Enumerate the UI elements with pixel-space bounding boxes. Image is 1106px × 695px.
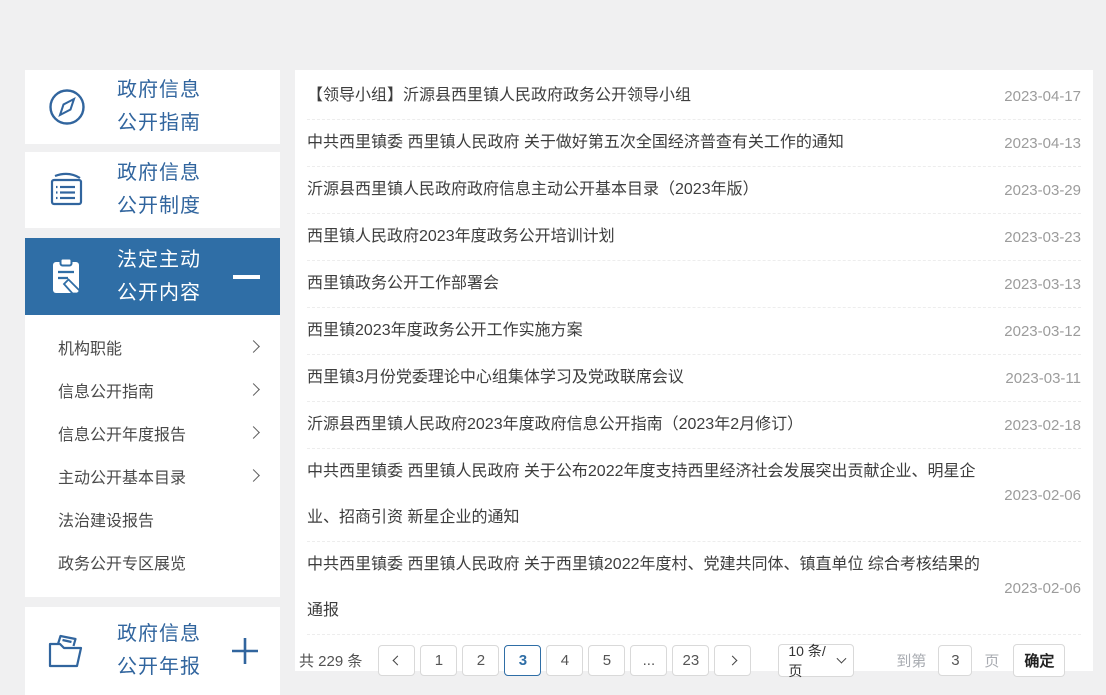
list-item: 中共西里镇委 西里镇人民政府 关于公布2022年度支持西里经济社会发展突出贡献企… bbox=[307, 449, 1081, 542]
page-size-select[interactable]: 10 条/页 bbox=[778, 644, 854, 677]
article-date: 2023-03-11 bbox=[993, 370, 1081, 387]
chevron-right-icon bbox=[247, 340, 260, 353]
clipboard-pencil-icon bbox=[43, 253, 91, 301]
list-item: 沂源县西里镇人民政府2023年度政府信息公开指南（2023年2月修订） 2023… bbox=[307, 402, 1081, 449]
chevron-right-icon bbox=[247, 469, 260, 482]
collapse-icon[interactable] bbox=[233, 275, 260, 279]
goto-page-input[interactable] bbox=[938, 645, 972, 676]
list-item: 中共西里镇委 西里镇人民政府 关于西里镇2022年度村、党建共同体、镇直单位 综… bbox=[307, 542, 1081, 635]
list-item: 西里镇人民政府2023年度政务公开培训计划 2023-03-23 bbox=[307, 214, 1081, 261]
list-item: 沂源县西里镇人民政府政府信息主动公开基本目录（2023年版） 2023-03-2… bbox=[307, 167, 1081, 214]
list-item: 西里镇2023年度政务公开工作实施方案 2023-03-12 bbox=[307, 308, 1081, 355]
article-date: 2023-03-29 bbox=[993, 182, 1081, 199]
total-count: 共 229 条 bbox=[299, 650, 362, 671]
list-item: 西里镇政务公开工作部署会 2023-03-13 bbox=[307, 261, 1081, 308]
sidebar-item-label: 政府信息 公开年报 bbox=[117, 618, 201, 684]
article-date: 2023-03-12 bbox=[993, 323, 1081, 340]
prev-page-button[interactable] bbox=[378, 645, 415, 676]
article-link[interactable]: 【领导小组】沂源县西里镇人民政府政务公开领导小组 bbox=[307, 73, 993, 119]
list-item: 西里镇3月份党委理论中心组集体学习及党政联席会议 2023-03-11 bbox=[307, 355, 1081, 402]
sidebar-item-gov-info-guide[interactable]: 政府信息 公开指南 bbox=[25, 70, 280, 144]
sidebar-subitem-org-functions[interactable]: 机构职能 bbox=[25, 325, 280, 368]
folder-document-icon bbox=[43, 627, 91, 675]
sidebar-item-label: 法定主动 公开内容 bbox=[117, 244, 201, 310]
article-link[interactable]: 西里镇3月份党委理论中心组集体学习及党政联席会议 bbox=[307, 355, 993, 401]
article-link[interactable]: 沂源县西里镇人民政府政府信息主动公开基本目录（2023年版） bbox=[307, 167, 993, 213]
subitem-label: 法治建设报告 bbox=[58, 507, 154, 531]
article-link[interactable]: 沂源县西里镇人民政府2023年度政府信息公开指南（2023年2月修订） bbox=[307, 402, 993, 448]
page-ellipsis-button[interactable]: ... bbox=[630, 645, 667, 676]
page-button-5[interactable]: 5 bbox=[588, 645, 625, 676]
confirm-button[interactable]: 确定 bbox=[1013, 644, 1065, 677]
article-date: 2023-02-18 bbox=[993, 417, 1081, 434]
article-link[interactable]: 西里镇2023年度政务公开工作实施方案 bbox=[307, 308, 993, 354]
sidebar: 政府信息 公开指南 政府信息 公开制度 bbox=[25, 70, 280, 695]
subitem-label: 机构职能 bbox=[58, 335, 122, 359]
article-link[interactable]: 西里镇人民政府2023年度政务公开培训计划 bbox=[307, 214, 993, 260]
list-item: 【领导小组】沂源县西里镇人民政府政务公开领导小组 2023-04-17 bbox=[307, 73, 1081, 120]
article-link[interactable]: 中共西里镇委 西里镇人民政府 关于西里镇2022年度村、党建共同体、镇直单位 综… bbox=[307, 542, 993, 634]
subitem-label: 政务公开专区展览 bbox=[58, 550, 186, 574]
article-date: 2023-04-13 bbox=[993, 135, 1081, 152]
article-link[interactable]: 中共西里镇委 西里镇人民政府 关于做好第五次全国经济普查有关工作的通知 bbox=[307, 120, 993, 166]
sidebar-submenu: 机构职能 信息公开指南 信息公开年度报告 主动公开基本目录 法治建设报告 政务公… bbox=[25, 315, 280, 597]
sidebar-subitem-basic-catalog[interactable]: 主动公开基本目录 bbox=[25, 454, 280, 497]
pagination: 共 229 条 1 2 3 4 5 ... 23 10 条/页 到第 页 确定 bbox=[299, 644, 1081, 677]
page-button-1[interactable]: 1 bbox=[420, 645, 457, 676]
sidebar-subitem-info-guide[interactable]: 信息公开指南 bbox=[25, 368, 280, 411]
next-page-button[interactable] bbox=[714, 645, 751, 676]
document-list-icon bbox=[43, 166, 91, 214]
page-button-2[interactable]: 2 bbox=[462, 645, 499, 676]
chevron-right-icon bbox=[247, 426, 260, 439]
subitem-label: 主动公开基本目录 bbox=[58, 464, 186, 488]
article-date: 2023-02-06 bbox=[993, 580, 1081, 597]
article-link[interactable]: 西里镇政务公开工作部署会 bbox=[307, 261, 993, 307]
sidebar-item-gov-info-system[interactable]: 政府信息 公开制度 bbox=[25, 152, 280, 228]
compass-icon bbox=[43, 83, 91, 131]
article-date: 2023-03-13 bbox=[993, 276, 1081, 293]
subitem-label: 信息公开指南 bbox=[58, 378, 154, 402]
sidebar-item-statutory-disclosure[interactable]: 法定主动 公开内容 bbox=[25, 238, 280, 315]
subitem-label: 信息公开年度报告 bbox=[58, 421, 186, 445]
sidebar-item-annual-report[interactable]: 政府信息 公开年报 bbox=[25, 607, 280, 695]
page-button-23[interactable]: 23 bbox=[672, 645, 709, 676]
chevron-right-icon bbox=[728, 656, 738, 666]
page-button-3-active[interactable]: 3 bbox=[504, 645, 541, 676]
article-list-panel: 【领导小组】沂源县西里镇人民政府政务公开领导小组 2023-04-17 中共西里… bbox=[295, 70, 1093, 671]
article-date: 2023-03-23 bbox=[993, 229, 1081, 246]
sidebar-item-label: 政府信息 公开制度 bbox=[117, 157, 201, 223]
chevron-left-icon bbox=[393, 656, 403, 666]
sidebar-subitem-special-zone[interactable]: 政务公开专区展览 bbox=[25, 540, 280, 583]
list-item: 中共西里镇委 西里镇人民政府 关于做好第五次全国经济普查有关工作的通知 2023… bbox=[307, 120, 1081, 167]
page-size-value: 10 条/页 bbox=[788, 641, 837, 681]
article-link[interactable]: 中共西里镇委 西里镇人民政府 关于公布2022年度支持西里经济社会发展突出贡献企… bbox=[307, 449, 993, 541]
goto-suffix-label: 页 bbox=[984, 650, 999, 671]
chevron-right-icon bbox=[247, 383, 260, 396]
article-date: 2023-04-17 bbox=[993, 88, 1081, 105]
sidebar-subitem-rule-of-law-report[interactable]: 法治建设报告 bbox=[25, 497, 280, 540]
sidebar-item-label: 政府信息 公开指南 bbox=[117, 74, 201, 140]
expand-icon[interactable] bbox=[230, 636, 260, 666]
article-date: 2023-02-06 bbox=[993, 487, 1081, 504]
goto-label: 到第 bbox=[896, 650, 926, 671]
page-button-4[interactable]: 4 bbox=[546, 645, 583, 676]
sidebar-subitem-annual-report[interactable]: 信息公开年度报告 bbox=[25, 411, 280, 454]
